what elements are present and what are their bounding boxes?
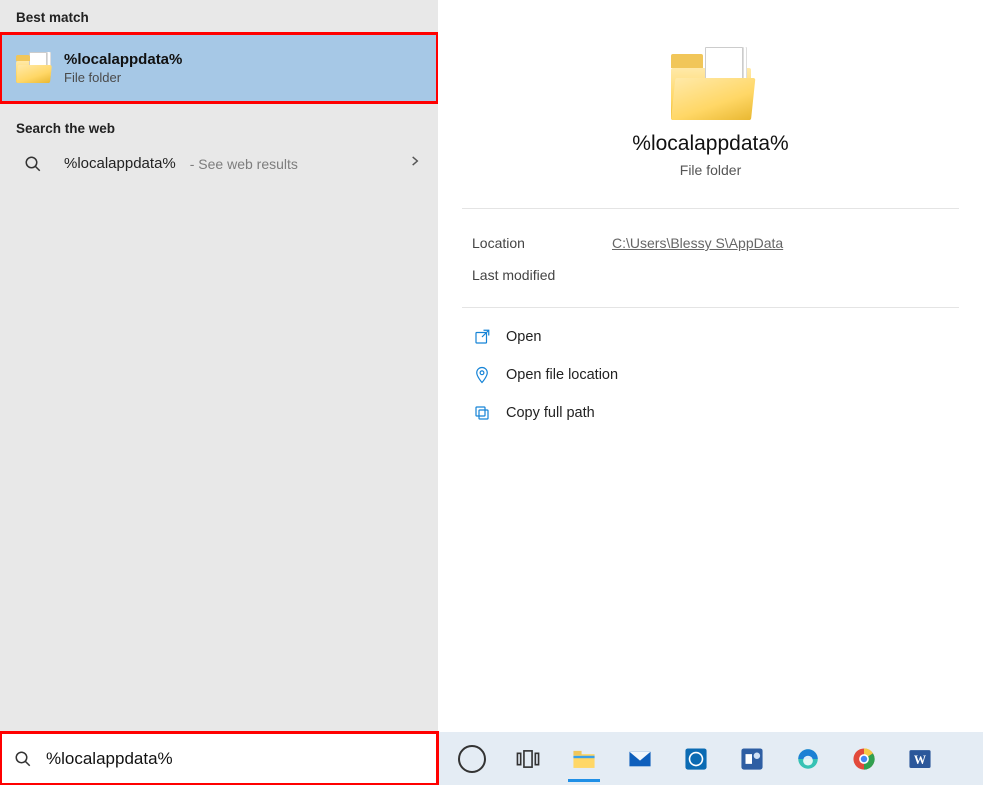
file-explorer-icon [571, 746, 597, 772]
action-label: Copy full path [506, 405, 595, 421]
dell-app-button[interactable] [672, 737, 720, 781]
dell-icon [683, 746, 709, 772]
search-icon [16, 155, 50, 173]
last-modified-label: Last modified [472, 267, 582, 283]
mail-button[interactable] [616, 737, 664, 781]
action-label: Open [506, 329, 541, 345]
properties-block: Location C:\Users\Blessy S\AppData Last … [438, 209, 983, 297]
best-match-subtitle: File folder [64, 70, 182, 85]
taskbar-icons: W [448, 732, 944, 785]
task-view-icon [515, 746, 541, 772]
results-pane: Best match %localappdata% File folder Se… [0, 0, 438, 732]
word-icon: W [907, 746, 933, 772]
best-match-header: Best match [0, 0, 438, 33]
search-input[interactable] [44, 748, 424, 770]
windows-search-panel: Best match %localappdata% File folder Se… [0, 0, 983, 785]
teams-button[interactable] [728, 737, 776, 781]
best-match-title: %localappdata% [64, 51, 182, 68]
task-view-button[interactable] [504, 737, 552, 781]
taskbar-search-box[interactable] [0, 732, 438, 785]
best-match-result[interactable]: %localappdata% File folder [0, 33, 438, 103]
edge-icon [795, 746, 821, 772]
mail-icon [627, 746, 653, 772]
teams-icon [739, 746, 765, 772]
search-web-result[interactable]: %localappdata% - See web results [0, 144, 438, 183]
folder-icon [16, 53, 50, 83]
best-match-text: %localappdata% File folder [64, 51, 182, 85]
preview-hero: %localappdata% File folder [438, 0, 983, 178]
action-label: Open file location [506, 367, 618, 383]
preview-pane: %localappdata% File folder Location C:\U… [438, 0, 983, 732]
search-web-header: Search the web [0, 103, 438, 144]
chrome-button[interactable] [840, 737, 888, 781]
folder-icon [671, 50, 751, 120]
location-path-link[interactable]: C:\Users\Blessy S\AppData [612, 235, 783, 251]
word-button[interactable]: W [896, 737, 944, 781]
actions-list: Open Open file location Copy full path [438, 308, 983, 442]
location-label: Location [472, 235, 582, 251]
web-query-text: %localappdata% [64, 155, 176, 172]
web-hint-text: - See web results [190, 156, 298, 172]
cortana-icon [458, 745, 486, 773]
taskbar: W [0, 732, 983, 785]
open-icon [472, 327, 492, 347]
last-modified-row: Last modified [472, 259, 949, 291]
svg-text:W: W [914, 752, 926, 766]
chrome-icon [851, 746, 877, 772]
copy-full-path-action[interactable]: Copy full path [466, 394, 955, 432]
open-action[interactable]: Open [466, 318, 955, 356]
preview-subtitle: File folder [438, 162, 983, 178]
open-file-location-action[interactable]: Open file location [466, 356, 955, 394]
search-icon [14, 750, 32, 768]
location-icon [472, 365, 492, 385]
chevron-right-icon [408, 154, 422, 173]
cortana-button[interactable] [448, 737, 496, 781]
location-row: Location C:\Users\Blessy S\AppData [472, 227, 949, 259]
copy-icon [472, 403, 492, 423]
file-explorer-button[interactable] [560, 737, 608, 781]
preview-title: %localappdata% [438, 132, 983, 156]
edge-button[interactable] [784, 737, 832, 781]
